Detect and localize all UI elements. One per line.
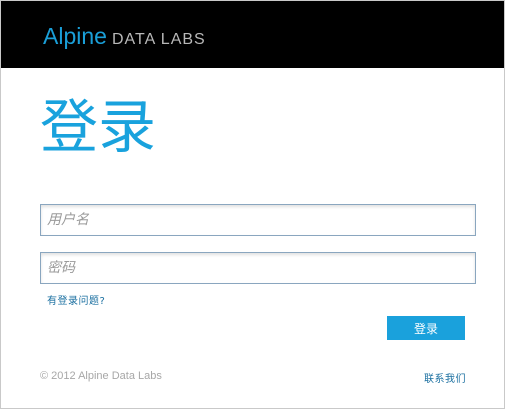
login-button[interactable]: 登录 [387,316,465,340]
page-title: 登录 [40,93,157,161]
brand-subtitle: DATA LABS [111,31,206,48]
contact-us-link[interactable]: 联系我们 [424,370,466,385]
login-help-link[interactable]: 有登录问题? [47,292,105,307]
brand-logo: Alpine DATA LABS [43,25,206,48]
username-field[interactable] [40,204,476,236]
copyright-text: © 2012 Alpine Data Labs [40,370,162,382]
brand-name: Alpine [43,23,107,49]
header-bar: Alpine DATA LABS [1,1,504,68]
password-field[interactable] [40,252,476,284]
